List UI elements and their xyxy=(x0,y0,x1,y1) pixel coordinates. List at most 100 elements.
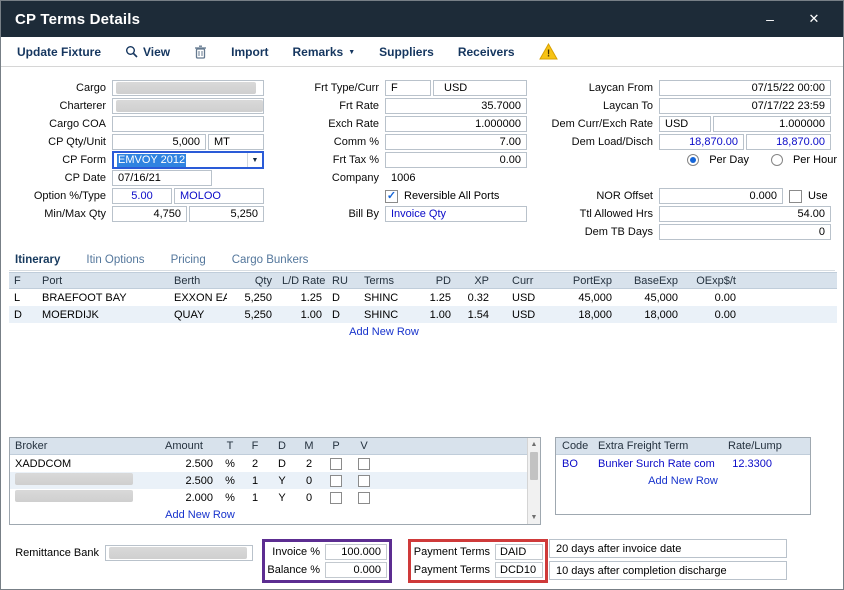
itinerary-header-row: F Port Berth Qty L/D Rate RU Terms PD XP… xyxy=(9,272,837,289)
remarks-button[interactable]: Remarks▼ xyxy=(293,45,356,59)
scroll-down-icon[interactable]: ▼ xyxy=(528,511,540,524)
itinerary-row[interactable]: L BRAEFOOT BAY EXXON EA 5,250 1.25 D SHI… xyxy=(9,289,837,306)
close-button[interactable]: ✕ xyxy=(799,7,829,31)
view-button[interactable]: View xyxy=(125,45,170,59)
col-header: Qty xyxy=(227,275,277,287)
dem-tb-days-field[interactable]: 0 xyxy=(659,224,831,240)
nor-offset-field[interactable]: 0.000 xyxy=(659,188,783,204)
reversible-all-ports-checkbox[interactable]: ✓ xyxy=(385,190,398,203)
option-type-field[interactable]: MOLOO xyxy=(174,188,264,204)
broker-p-checkbox[interactable] xyxy=(330,458,342,470)
broker-row[interactable]: XADDCOM 2.500 % 2 D 2 xyxy=(10,455,527,472)
delete-button[interactable] xyxy=(194,45,207,59)
cp-qty-unit-label: CP Qty/Unit xyxy=(9,136,112,148)
col-header: M xyxy=(296,440,322,452)
frt-tax-field[interactable]: 0.00 xyxy=(385,152,527,168)
scroll-thumb[interactable] xyxy=(530,452,538,480)
broker-p-checkbox[interactable] xyxy=(330,492,342,504)
cp-form-combobox[interactable]: EMVOY 2012 ▼ xyxy=(112,151,264,169)
min-qty-field[interactable]: 4,750 xyxy=(112,206,187,222)
cp-qty-field[interactable]: 5,000 xyxy=(112,134,206,150)
laycan-from-field[interactable]: 07/15/22 00:00 xyxy=(659,80,831,96)
col-header: Broker xyxy=(10,440,160,452)
broker-row[interactable]: 2.500 % 1 Y 0 xyxy=(10,472,527,489)
scroll-up-icon[interactable]: ▲ xyxy=(528,438,540,451)
warning-button[interactable]: ! xyxy=(539,43,558,60)
cargo-field[interactable] xyxy=(112,80,264,96)
max-qty-field[interactable]: 5,250 xyxy=(189,206,264,222)
reversible-all-ports-label: Reversible All Ports xyxy=(404,190,499,202)
minimize-button[interactable]: – xyxy=(755,7,785,31)
frt-rate-field[interactable]: 35.7000 xyxy=(385,98,527,114)
frt-rate-label: Frt Rate xyxy=(271,100,385,112)
invoice-balance-highlight-box: Invoice % 100.000 Balance % 0.000 xyxy=(262,539,392,583)
itinerary-row[interactable]: D MOERDIJK QUAY 5,250 1.00 D SHINC 1.00 … xyxy=(9,306,837,323)
cp-date-field[interactable]: 07/16/21 xyxy=(112,170,212,186)
frt-type-field[interactable]: F xyxy=(385,80,431,96)
per-day-radio[interactable] xyxy=(687,154,699,166)
cp-unit-field[interactable]: MT xyxy=(208,134,264,150)
charterer-field[interactable] xyxy=(112,98,264,114)
broker-v-checkbox[interactable] xyxy=(358,475,370,487)
invoice-pct-field[interactable]: 100.000 xyxy=(325,544,387,560)
tab-cargo-bunkers[interactable]: Cargo Bunkers xyxy=(232,254,309,266)
dem-curr-field[interactable]: USD xyxy=(659,116,711,132)
payment-terms-code-field[interactable]: DCD10 xyxy=(495,562,543,578)
redacted-value xyxy=(116,100,263,112)
per-hour-radio[interactable] xyxy=(771,154,783,166)
dem-disch-field[interactable]: 18,870.00 xyxy=(746,134,831,150)
bill-by-field[interactable]: Invoice Qty xyxy=(385,206,527,222)
comm-pct-field[interactable]: 7.00 xyxy=(385,134,527,150)
nor-use-checkbox[interactable] xyxy=(789,190,802,203)
exch-rate-field[interactable]: 1.000000 xyxy=(385,116,527,132)
company-field[interactable]: 1006 xyxy=(385,170,527,186)
col-header: V xyxy=(350,440,378,452)
broker-header-row: Broker Amount T F D M P V xyxy=(10,438,527,455)
broker-v-checkbox[interactable] xyxy=(358,492,370,504)
dem-load-disch-label: Dem Load/Disch xyxy=(541,136,659,148)
suppliers-button[interactable]: Suppliers xyxy=(379,45,434,59)
broker-v-checkbox[interactable] xyxy=(358,458,370,470)
magnifier-icon xyxy=(125,45,138,58)
ttl-allowed-hrs-field[interactable]: 54.00 xyxy=(659,206,831,222)
col-header: P xyxy=(322,440,350,452)
payment-terms-code-field[interactable]: DAID xyxy=(495,544,543,560)
cargo-coa-field[interactable] xyxy=(112,116,264,132)
extra-freight-row[interactable]: BO Bunker Surch Rate com 12.3300 xyxy=(556,455,810,472)
update-fixture-button[interactable]: Update Fixture xyxy=(17,45,101,59)
frt-tax-label: Frt Tax % xyxy=(271,154,385,166)
broker-p-checkbox[interactable] xyxy=(330,475,342,487)
per-day-label: Per Day xyxy=(709,154,749,166)
tab-itinerary[interactable]: Itinerary xyxy=(15,254,60,266)
import-button[interactable]: Import xyxy=(231,45,268,59)
dem-exch-rate-field[interactable]: 1.000000 xyxy=(713,116,831,132)
col-header: PD xyxy=(411,275,456,287)
tab-pricing[interactable]: Pricing xyxy=(171,254,206,266)
broker-row[interactable]: 2.000 % 1 Y 0 xyxy=(10,489,527,506)
balance-pct-field[interactable]: 0.000 xyxy=(325,562,387,578)
itinerary-add-new-row-link[interactable]: Add New Row xyxy=(9,323,759,341)
spacer xyxy=(1,341,843,437)
option-pct-type-label: Option %/Type xyxy=(9,190,112,202)
payment-terms-desc-field[interactable]: 10 days after completion discharge xyxy=(549,561,787,580)
payment-terms-label: Payment Terms xyxy=(413,564,495,576)
option-pct-field[interactable]: 5.00 xyxy=(112,188,172,204)
laycan-to-field[interactable]: 07/17/22 23:59 xyxy=(659,98,831,114)
remittance-bank-label: Remittance Bank xyxy=(1,547,105,559)
extra-freight-add-new-row-link[interactable]: Add New Row xyxy=(556,472,810,490)
extra-freight-table: Code Extra Freight Term Rate/Lump BO Bun… xyxy=(555,437,811,515)
frt-curr-field[interactable]: USD xyxy=(433,80,527,96)
combo-dropdown-icon[interactable]: ▼ xyxy=(247,153,262,167)
receivers-button[interactable]: Receivers xyxy=(458,45,515,59)
dem-load-field[interactable]: 18,870.00 xyxy=(659,134,744,150)
form-area: Cargo Charterer Cargo COA CP Qty/Unit 5,… xyxy=(1,67,843,247)
col-header: T xyxy=(218,440,242,452)
remittance-bank-field[interactable] xyxy=(105,545,253,561)
payment-terms-highlight-box: Payment Terms DAID Payment Terms DCD10 xyxy=(408,539,548,583)
broker-add-new-row-link[interactable]: Add New Row xyxy=(10,506,390,524)
payment-terms-desc-field[interactable]: 20 days after invoice date xyxy=(549,539,787,558)
dem-tb-days-label: Dem TB Days xyxy=(541,226,659,238)
broker-scrollbar[interactable]: ▲ ▼ xyxy=(527,438,540,524)
tab-itin-options[interactable]: Itin Options xyxy=(86,254,144,266)
laycan-to-label: Laycan To xyxy=(541,100,659,112)
